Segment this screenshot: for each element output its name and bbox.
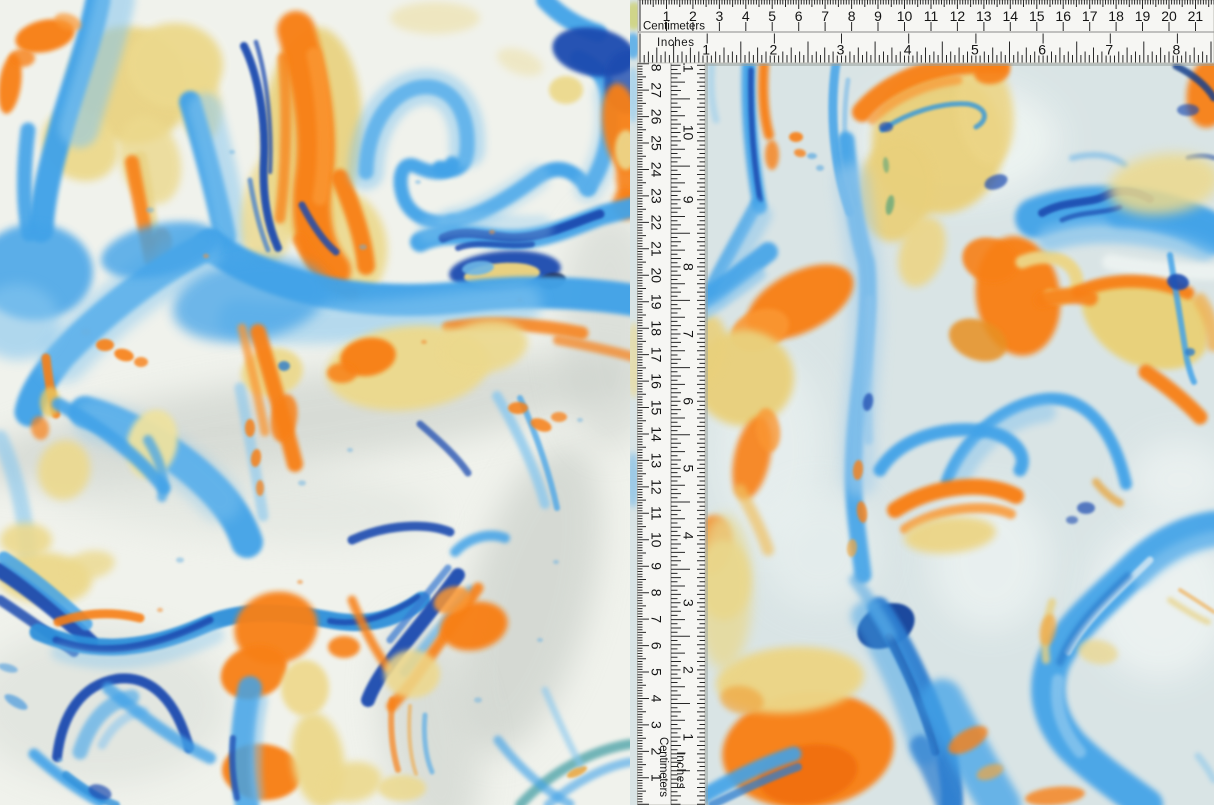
svg-text:17: 17 [1082, 8, 1098, 24]
svg-text:18: 18 [1108, 8, 1124, 24]
svg-text:7: 7 [648, 615, 664, 623]
svg-text:6: 6 [1038, 42, 1046, 58]
svg-text:13: 13 [976, 8, 992, 24]
svg-text:10: 10 [897, 8, 913, 24]
svg-text:9: 9 [874, 8, 882, 24]
svg-text:21: 21 [1188, 8, 1204, 24]
svg-text:13: 13 [648, 453, 664, 469]
svg-text:6: 6 [795, 8, 803, 24]
svg-text:16: 16 [648, 373, 664, 389]
svg-text:Centimeters: Centimeters [657, 737, 669, 797]
svg-text:4: 4 [680, 532, 696, 540]
svg-text:25: 25 [648, 135, 664, 151]
svg-text:12: 12 [950, 8, 966, 24]
svg-text:20: 20 [1161, 8, 1177, 24]
svg-text:4: 4 [904, 42, 912, 58]
svg-text:11: 11 [648, 506, 664, 521]
svg-text:22: 22 [648, 215, 664, 231]
svg-text:10: 10 [680, 125, 696, 141]
svg-text:Centimeters: Centimeters [643, 21, 705, 33]
svg-text:4: 4 [742, 8, 750, 24]
svg-text:14: 14 [648, 426, 664, 442]
svg-text:20: 20 [648, 268, 664, 284]
svg-text:17: 17 [648, 347, 664, 363]
svg-text:2: 2 [770, 42, 778, 58]
svg-text:1: 1 [702, 42, 710, 58]
svg-text:16: 16 [1055, 8, 1071, 24]
svg-text:11: 11 [924, 8, 939, 24]
svg-text:27: 27 [648, 82, 664, 98]
svg-text:7: 7 [680, 330, 696, 338]
svg-text:21: 21 [648, 241, 664, 257]
svg-text:6: 6 [680, 397, 696, 405]
svg-text:9: 9 [680, 196, 696, 204]
svg-text:8: 8 [848, 8, 856, 24]
svg-text:8: 8 [1173, 42, 1181, 58]
svg-text:8: 8 [680, 263, 696, 271]
svg-text:14: 14 [1003, 8, 1019, 24]
svg-text:3: 3 [716, 8, 724, 24]
svg-text:5: 5 [768, 8, 776, 24]
svg-text:15: 15 [1029, 8, 1045, 24]
svg-text:5: 5 [680, 465, 696, 473]
svg-text:9: 9 [648, 562, 664, 570]
svg-text:24: 24 [648, 162, 664, 178]
svg-text:Inches: Inches [657, 37, 694, 49]
svg-text:12: 12 [648, 479, 664, 495]
svg-text:8: 8 [648, 589, 664, 597]
svg-text:4: 4 [648, 695, 664, 703]
svg-text:3: 3 [837, 42, 845, 58]
svg-text:19: 19 [1135, 8, 1151, 24]
svg-text:7: 7 [821, 8, 829, 24]
svg-text:23: 23 [648, 188, 664, 204]
svg-text:5: 5 [971, 42, 979, 58]
svg-text:5: 5 [648, 668, 664, 676]
svg-text:15: 15 [648, 400, 664, 416]
svg-text:1: 1 [680, 733, 696, 741]
svg-text:3: 3 [680, 599, 696, 607]
svg-text:19: 19 [648, 294, 664, 310]
svg-text:7: 7 [1105, 42, 1113, 58]
svg-text:6: 6 [648, 642, 664, 650]
svg-text:18: 18 [648, 320, 664, 336]
svg-text:2: 2 [680, 666, 696, 674]
svg-text:3: 3 [648, 721, 664, 729]
svg-text:10: 10 [648, 532, 664, 548]
svg-text:26: 26 [648, 109, 664, 125]
